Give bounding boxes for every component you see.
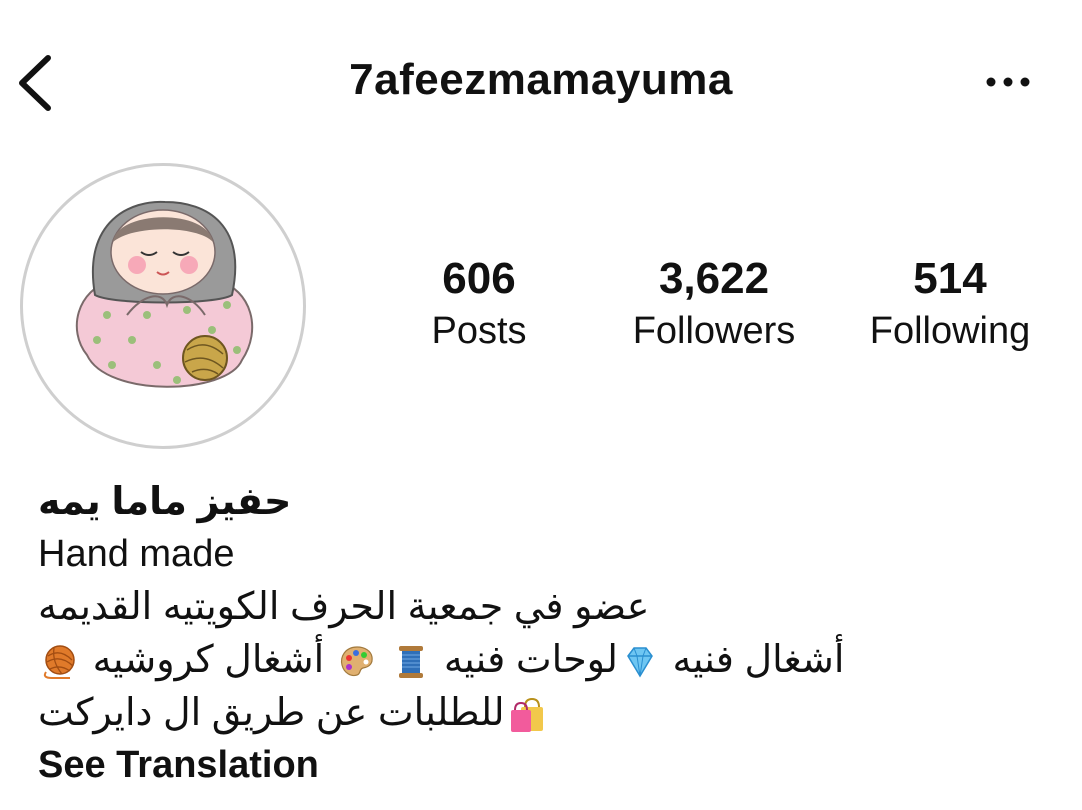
following-count: 514 bbox=[913, 254, 987, 303]
bio-line-1: Hand made bbox=[38, 533, 235, 575]
more-options-button[interactable] bbox=[975, 60, 1041, 104]
followers-stat[interactable]: 3,622 Followers bbox=[614, 252, 814, 356]
posts-label: Posts bbox=[431, 310, 527, 352]
gem-icon bbox=[620, 642, 660, 682]
yarn-ball-icon bbox=[40, 642, 80, 682]
posts-count: 606 bbox=[442, 254, 516, 303]
profile-bio: حفيز ماما يمه Hand made عضو في جمعية الح… bbox=[38, 476, 1038, 790]
followers-count: 3,622 bbox=[658, 254, 770, 303]
posts-stat[interactable]: 606 Posts bbox=[418, 252, 540, 356]
thread-spool-icon bbox=[391, 642, 431, 682]
profile-avatar-button[interactable] bbox=[20, 163, 306, 449]
shopping-bags-icon bbox=[507, 695, 547, 735]
following-label: Following bbox=[869, 310, 1031, 352]
profile-display-name: حفيز ماما يمه bbox=[38, 481, 292, 523]
bio-line-4: للطلبات عن طريق ال دايركت bbox=[38, 687, 1038, 740]
matryoshka-doll-illustration bbox=[37, 180, 289, 432]
bio-line-2: عضو في جمعية الحرف الكويتيه القديمه bbox=[38, 586, 650, 628]
ellipsis-horizontal-icon bbox=[986, 77, 1030, 87]
artist-palette-icon bbox=[337, 642, 377, 682]
profile-header: 7afeezmamayuma bbox=[0, 0, 1082, 160]
following-stat[interactable]: 514 Following bbox=[855, 252, 1045, 356]
see-translation-link[interactable]: See Translation bbox=[38, 740, 1038, 790]
followers-label: Followers bbox=[632, 310, 796, 352]
avatar bbox=[37, 180, 289, 432]
bio-line-3: أشغال فنيه لوحات فنيه أشغال كروشيه bbox=[38, 634, 1038, 687]
profile-username: 7afeezmamayuma bbox=[349, 55, 733, 104]
